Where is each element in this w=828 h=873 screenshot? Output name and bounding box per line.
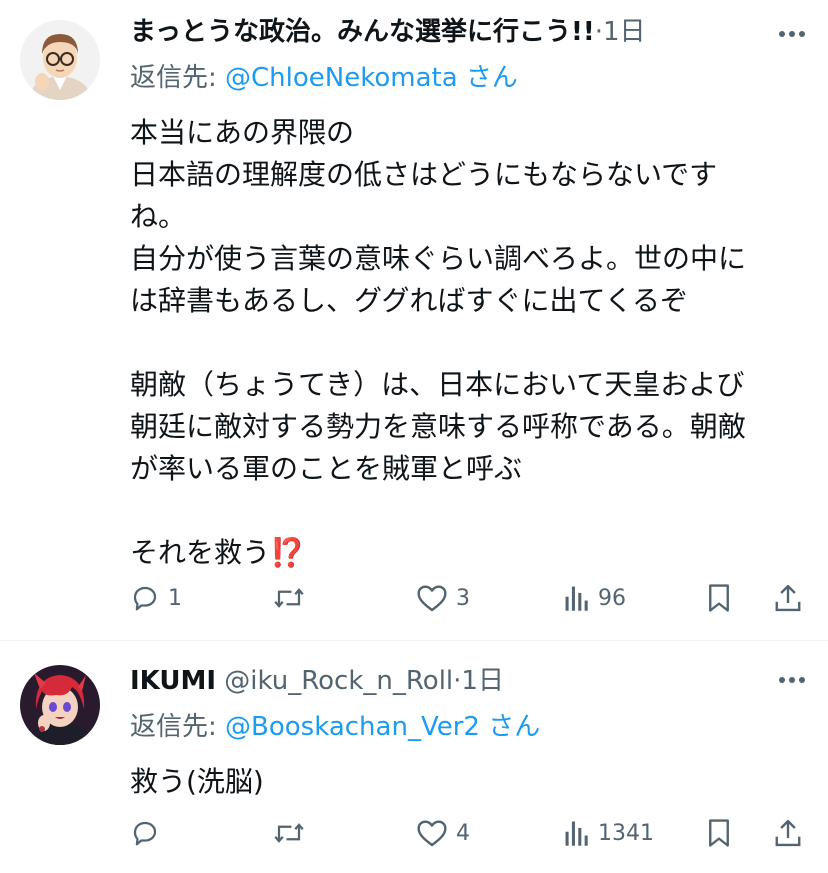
display-name[interactable]: まっとうな政治。みんな選挙に行こう!! — [130, 17, 595, 47]
more-icon[interactable] — [778, 676, 806, 684]
bookmark-icon — [709, 819, 729, 847]
tweet[interactable]: まっとうな政治。みんな選挙に行こう!!·1日 返信先: @ChloeNekoma… — [0, 0, 828, 640]
timestamp[interactable]: 1日 — [603, 17, 646, 47]
text-line: それを救う⁉️ — [130, 532, 795, 574]
text-line-content: それを救う — [130, 536, 271, 569]
reply-icon — [133, 821, 157, 846]
reply-to-suffix: さん — [479, 712, 541, 742]
avatar-illustration — [20, 665, 100, 745]
text-line: ね。 — [130, 200, 187, 233]
avatar[interactable] — [20, 20, 100, 100]
retweet-icon — [274, 588, 304, 608]
view-count: 1341 — [598, 820, 654, 846]
tweet[interactable]: IKUMI @iku_Rock_n_Roll·1日 返信先: @Booskach… — [0, 641, 828, 873]
views-button[interactable]: 1341 — [564, 813, 654, 853]
text-line: 自分が使う言葉の意味ぐらい調べろよ。世の中に — [130, 242, 747, 275]
like-button[interactable]: 4 — [416, 813, 470, 853]
views-icon — [565, 821, 588, 846]
separator-dot: · — [594, 17, 603, 47]
retweet-button[interactable] — [272, 578, 314, 618]
view-count: 96 — [598, 585, 626, 611]
like-icon — [417, 820, 447, 847]
retweet-icon — [274, 823, 304, 843]
bookmark-icon — [709, 584, 729, 612]
like-icon — [417, 585, 447, 612]
share-icon — [775, 584, 801, 612]
exclamation-question-emoji: ⁉️ — [270, 536, 305, 569]
text-line: 日本語の理解度の低さはどうにもならないです — [130, 158, 718, 191]
reply-to-suffix: さん — [457, 63, 518, 93]
tweet-header: まっとうな政治。みんな選挙に行こう!!·1日 — [130, 14, 758, 50]
reply-to-mention[interactable]: @ChloeNekomata — [225, 63, 458, 93]
avatar-illustration — [20, 20, 100, 100]
tweet-header: IKUMI @iku_Rock_n_Roll·1日 — [130, 663, 758, 699]
bookmark-button[interactable] — [706, 578, 732, 618]
share-icon — [775, 819, 801, 847]
reply-button[interactable] — [130, 813, 168, 853]
timestamp[interactable]: 1日 — [461, 666, 504, 696]
text-line: は辞書もあるし、ググればすぐに出てくるぞ — [130, 284, 689, 317]
reply-to-label: 返信先: — [130, 712, 226, 742]
reply-button[interactable]: 1 — [130, 578, 182, 618]
text-line: 朝廷に敵対する勢力を意味する呼称である。朝敵 — [130, 410, 746, 443]
avatar[interactable] — [20, 665, 100, 745]
text-line: 本当にあの界隈の — [130, 116, 355, 149]
reply-to-line: 返信先: @ChloeNekomata さん — [130, 60, 518, 96]
bookmark-button[interactable] — [706, 813, 732, 853]
retweet-button[interactable] — [272, 813, 314, 853]
tweet-text: 本当にあの界隈の 日本語の理解度の低さはどうにもならないです ね。 自分が使う言… — [130, 112, 795, 574]
more-icon[interactable] — [778, 30, 806, 38]
reply-to-line: 返信先: @Booskachan_Ver2 さん — [130, 709, 540, 745]
text-line: 朝敵（ちょうてき）は、日本において天皇および — [130, 368, 745, 401]
share-button[interactable] — [774, 813, 802, 853]
share-button[interactable] — [774, 578, 802, 618]
like-count: 3 — [456, 585, 470, 611]
views-icon — [565, 586, 588, 611]
tweet-text: 救う(洗脳) — [130, 761, 795, 803]
action-bar: 4 1341 — [130, 813, 806, 853]
like-count: 4 — [456, 820, 470, 846]
text-line: が率いる軍のことを賊軍と呼ぶ — [130, 452, 523, 485]
reply-to-label: 返信先: — [130, 63, 226, 93]
views-button[interactable]: 96 — [564, 578, 626, 618]
action-bar: 1 3 96 — [130, 578, 806, 618]
like-button[interactable]: 3 — [416, 578, 470, 618]
user-handle[interactable]: @iku_Rock_n_Roll — [224, 666, 453, 696]
reply-icon — [133, 586, 157, 611]
reply-to-mention[interactable]: @Booskachan_Ver2 — [225, 712, 480, 742]
reply-count: 1 — [168, 585, 182, 611]
text-line: 救う(洗脳) — [130, 765, 264, 798]
display-name[interactable]: IKUMI — [130, 666, 216, 696]
